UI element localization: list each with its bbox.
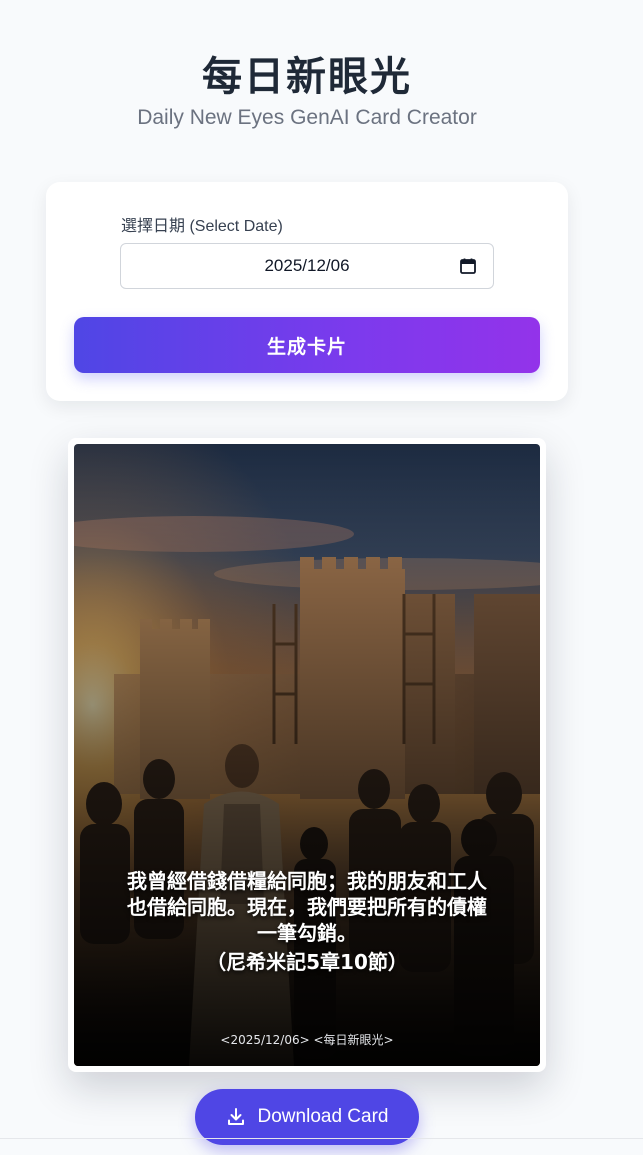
download-label: Download Card (257, 1106, 389, 1127)
page-subtitle: Daily New Eyes GenAI Card Creator (137, 106, 477, 129)
verse-line: 我曾經借錢借糧給同胞；我的朋友和工人 (127, 869, 487, 893)
download-card-button[interactable]: Download Card (195, 1089, 419, 1145)
date-value: 2025/12/06 (264, 256, 350, 275)
date-label: 選擇日期 (Select Date) (121, 218, 283, 235)
verse-line: 也借給同胞。現在，我們要把所有的債權 (127, 895, 487, 919)
calendar-icon[interactable] (459, 257, 477, 275)
card-footer: <2025/12/06> <每日新眼光> (220, 1033, 394, 1047)
download-icon (227, 1108, 244, 1125)
generated-card: 我曾經借錢借糧給同胞；我的朋友和工人 也借給同胞。現在，我們要把所有的債權 一筆… (68, 438, 546, 1072)
date-form-card: 選擇日期 (Select Date) 2025/12/06 生成卡片 (46, 182, 568, 401)
generate-card-button[interactable]: 生成卡片 (74, 317, 540, 373)
card-image: 我曾經借錢借糧給同胞；我的朋友和工人 也借給同胞。現在，我們要把所有的債權 一筆… (74, 444, 540, 1066)
page-title: 每日新眼光 (202, 54, 412, 100)
verse-reference: （尼希米記5章10節） (206, 950, 408, 974)
verse-line: 一筆勾銷。 (257, 921, 357, 945)
verse-text: 我曾經借錢借糧給同胞；我的朋友和工人 也借給同胞。現在，我們要把所有的債權 一筆… (94, 868, 520, 946)
bottom-divider (0, 1138, 643, 1139)
date-input[interactable]: 2025/12/06 (120, 243, 494, 289)
